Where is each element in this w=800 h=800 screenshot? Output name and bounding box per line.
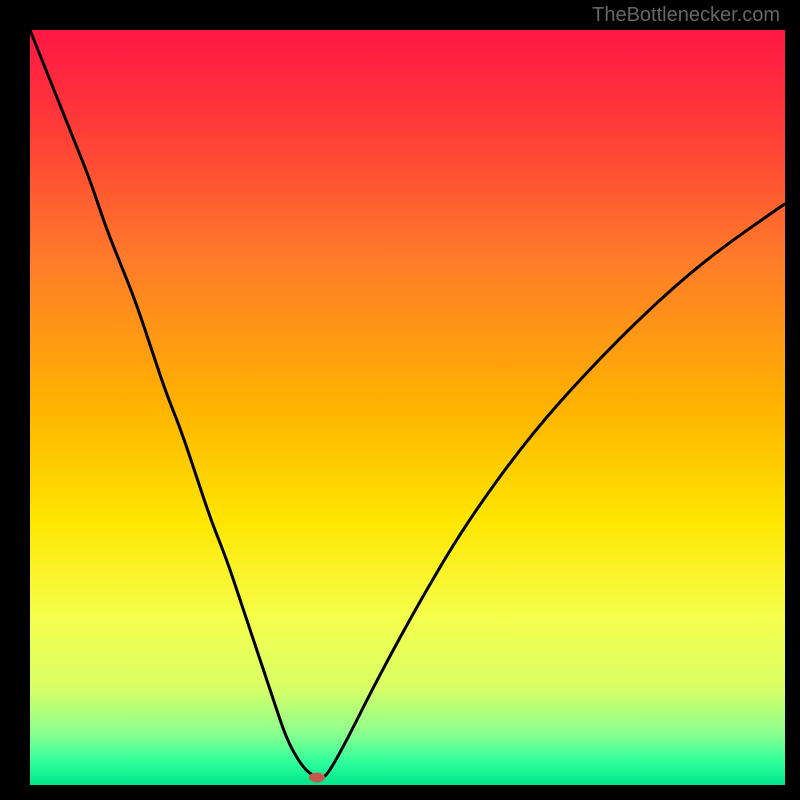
watermark-text: TheBottlenecker.com xyxy=(592,4,780,27)
chart-plot-area xyxy=(30,30,785,785)
optimal-point-marker xyxy=(309,772,325,782)
bottleneck-chart xyxy=(30,30,785,785)
chart-background xyxy=(30,30,785,785)
